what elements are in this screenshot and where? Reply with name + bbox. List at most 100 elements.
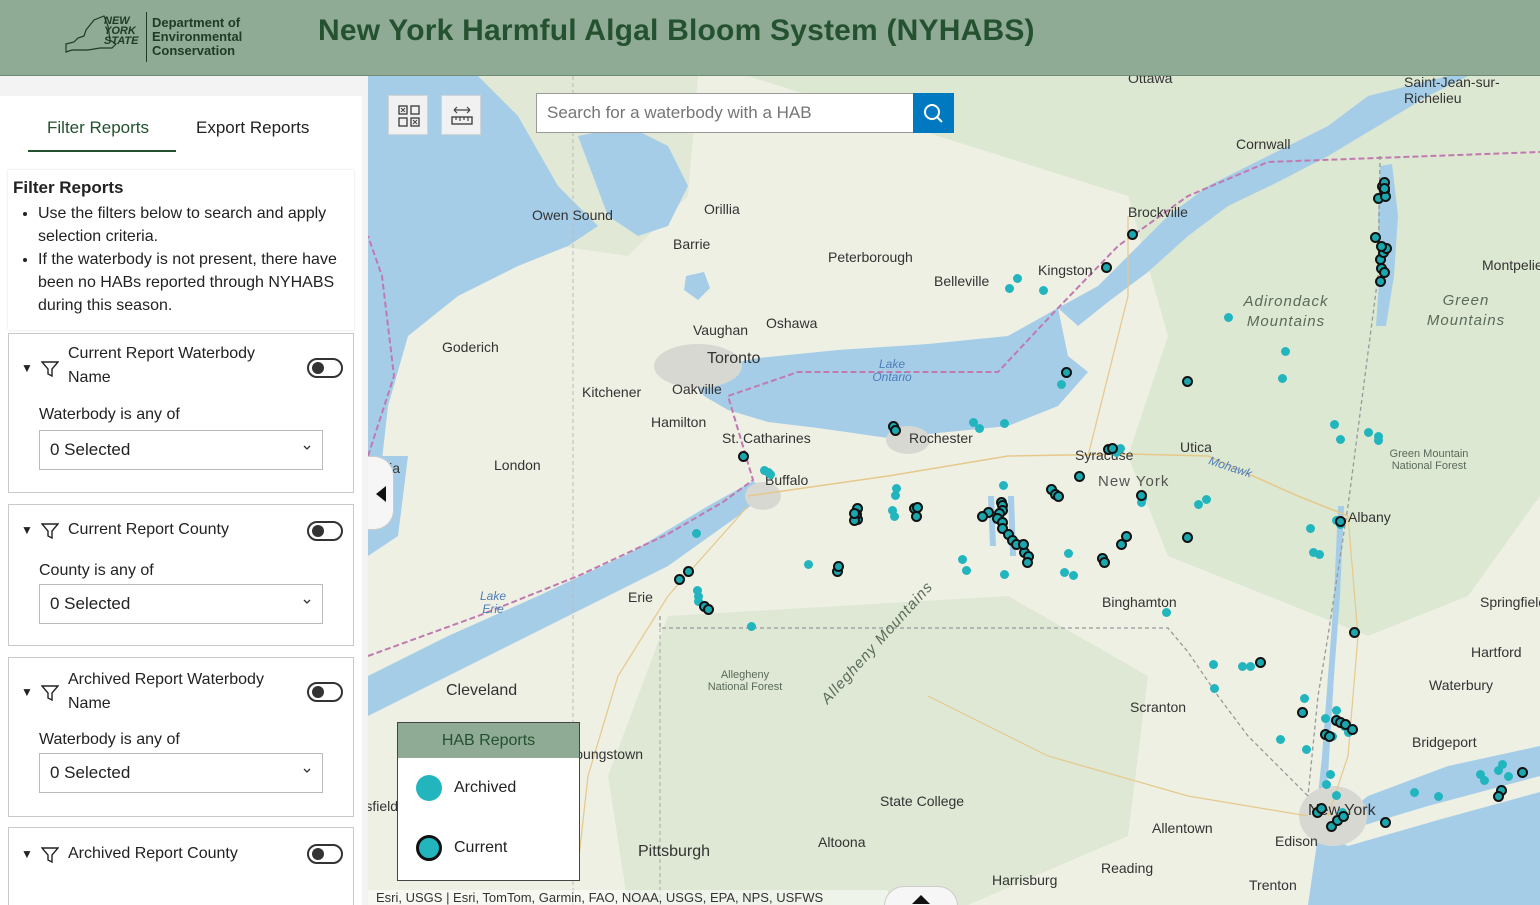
hab-report-current[interactable] (1376, 241, 1387, 252)
hab-report-current[interactable] (1517, 767, 1528, 778)
hab-report-current[interactable] (1107, 443, 1118, 454)
hab-report-current[interactable] (1379, 183, 1390, 194)
waterbody-search-input[interactable] (536, 93, 914, 133)
search-button[interactable] (913, 93, 954, 133)
waterbody-select[interactable]: 0 Selected (39, 753, 323, 793)
waterbody-select[interactable]: 0 Selected (39, 430, 323, 470)
hab-report-archived[interactable] (804, 560, 813, 569)
county-select[interactable]: 0 Selected (39, 584, 323, 624)
hab-report-current[interactable] (1349, 627, 1360, 638)
hab-report-current[interactable] (890, 425, 901, 436)
hab-report-archived[interactable] (1332, 791, 1341, 800)
hab-report-archived[interactable] (890, 512, 899, 521)
hab-report-current[interactable] (849, 508, 860, 519)
map-attribution[interactable]: Esri, USGS | Esri, TomTom, Garmin, FAO, … (368, 890, 888, 905)
hab-report-archived[interactable] (766, 470, 775, 479)
hab-report-archived[interactable] (958, 555, 967, 564)
hab-report-current[interactable] (1053, 491, 1064, 502)
measure-button[interactable] (441, 95, 481, 135)
hab-report-current[interactable] (1338, 811, 1349, 822)
hab-report-current[interactable] (738, 451, 749, 462)
hab-report-current[interactable] (1380, 817, 1391, 828)
hab-report-current[interactable] (1182, 376, 1193, 387)
hab-report-current[interactable] (1121, 531, 1132, 542)
expand-bottom-panel-button[interactable] (884, 886, 958, 905)
hab-report-archived[interactable] (1332, 706, 1341, 715)
hab-report-current[interactable] (1127, 229, 1138, 240)
hab-report-current[interactable] (674, 574, 685, 585)
hab-report-current[interactable] (1101, 262, 1112, 273)
hab-report-archived[interactable] (1336, 435, 1345, 444)
hab-report-archived[interactable] (1504, 772, 1513, 781)
hab-report-current[interactable] (703, 604, 714, 615)
hab-report-archived[interactable] (1209, 660, 1218, 669)
caret-down-icon[interactable]: ▼ (21, 523, 33, 537)
hab-report-archived[interactable] (1326, 770, 1335, 779)
hab-report-archived[interactable] (1060, 568, 1069, 577)
hab-report-archived[interactable] (1246, 662, 1255, 671)
filter-card-header[interactable]: ▼ Current Report County (9, 505, 353, 565)
collapse-sidebar-button[interactable] (368, 456, 394, 530)
hab-report-archived[interactable] (1410, 788, 1419, 797)
hab-report-archived[interactable] (1202, 495, 1211, 504)
hab-report-archived[interactable] (1498, 760, 1507, 769)
filter-card-header[interactable]: ▼ Archived Report Waterbody Name (9, 658, 353, 718)
hab-report-current[interactable] (833, 561, 844, 572)
filter-card-header[interactable]: ▼ Current Report Waterbody Name (9, 334, 353, 394)
nys-dec-logo[interactable]: NEW YORK STATE Department of Environment… (60, 8, 260, 64)
filter-toggle[interactable] (307, 844, 343, 864)
qr-grid-button[interactable] (388, 95, 428, 135)
hab-report-current[interactable] (1324, 731, 1335, 742)
hab-report-archived[interactable] (1302, 745, 1311, 754)
hab-report-archived[interactable] (1057, 380, 1066, 389)
hab-report-archived[interactable] (1276, 735, 1285, 744)
hab-report-archived[interactable] (1434, 792, 1443, 801)
hab-report-current[interactable] (1061, 367, 1072, 378)
caret-down-icon[interactable]: ▼ (21, 685, 33, 699)
hab-report-archived[interactable] (891, 491, 900, 500)
hab-report-current[interactable] (1370, 232, 1381, 243)
hab-report-archived[interactable] (1374, 432, 1383, 441)
hab-report-archived[interactable] (1210, 684, 1219, 693)
hab-report-current[interactable] (1099, 557, 1110, 568)
hab-report-archived[interactable] (1300, 694, 1309, 703)
hab-report-current[interactable] (1255, 657, 1266, 668)
hab-report-archived[interactable] (1064, 549, 1073, 558)
caret-down-icon[interactable]: ▼ (21, 361, 33, 375)
hab-report-archived[interactable] (975, 424, 984, 433)
hab-report-archived[interactable] (1005, 284, 1014, 293)
hab-report-archived[interactable] (1013, 274, 1022, 283)
hab-report-current[interactable] (1018, 539, 1029, 550)
hab-report-archived[interactable] (1069, 571, 1078, 580)
hab-report-current[interactable] (1074, 471, 1085, 482)
hab-report-archived[interactable] (1364, 428, 1373, 437)
hab-report-archived[interactable] (999, 481, 1008, 490)
hab-report-archived[interactable] (1281, 347, 1290, 356)
hab-report-current[interactable] (1493, 791, 1504, 802)
hab-report-archived[interactable] (1322, 780, 1331, 789)
map-view[interactable]: Ottawa Saint-Jean-sur-Richelieu Cornwall… (368, 76, 1540, 905)
hab-report-current[interactable] (1297, 707, 1308, 718)
hab-report-current[interactable] (1347, 724, 1358, 735)
hab-report-archived[interactable] (1480, 776, 1489, 785)
hab-report-archived[interactable] (747, 622, 756, 631)
filter-toggle[interactable] (307, 521, 343, 541)
hab-report-archived[interactable] (1000, 570, 1009, 579)
hab-report-archived[interactable] (1306, 524, 1315, 533)
hab-report-archived[interactable] (1000, 419, 1009, 428)
caret-down-icon[interactable]: ▼ (21, 847, 33, 861)
hab-report-current[interactable] (1375, 276, 1386, 287)
hab-report-archived[interactable] (692, 529, 701, 538)
hab-report-current[interactable] (1022, 557, 1033, 568)
hab-report-archived[interactable] (1224, 313, 1233, 322)
hab-report-archived[interactable] (1039, 286, 1048, 295)
hab-report-current[interactable] (683, 566, 694, 577)
hab-report-current[interactable] (977, 511, 988, 522)
hab-report-archived[interactable] (1321, 714, 1330, 723)
hab-report-current[interactable] (1316, 803, 1327, 814)
tab-export-reports[interactable]: Export Reports (196, 118, 309, 138)
hab-report-current[interactable] (911, 511, 922, 522)
hab-report-archived[interactable] (1330, 420, 1339, 429)
hab-report-archived[interactable] (1278, 374, 1287, 383)
hab-report-archived[interactable] (1162, 608, 1171, 617)
